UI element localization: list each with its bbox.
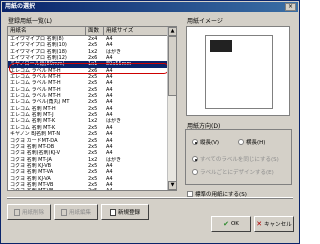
button-separator — [7, 197, 293, 199]
check-icon: ✔ — [223, 219, 229, 228]
selection-highlight-ring — [9, 63, 169, 74]
list-rows: エイワマイプロ 名刺(8) 2x4 A4 エイワマイプロ 名刺(10) 2x5 A4 エイワ… — [8, 36, 168, 190]
portrait-option[interactable]: 縦長(V) — [192, 138, 219, 146]
delete-icon — [13, 208, 20, 216]
preview-label: 用紙イメージ — [187, 18, 223, 25]
cancel-icon: ✕ — [256, 219, 263, 228]
close-button[interactable]: × — [285, 3, 296, 11]
paper-list[interactable]: 用紙名 面数 用紙サイズ エイワマイプロ 名刺(8) 2x4 A4 エイワマイプロ 名… — [7, 26, 177, 191]
register-paper-button[interactable]: 新規登録 — [101, 204, 149, 220]
same-design-radio[interactable] — [192, 156, 198, 162]
row-name: コクヨ 名刺 MT-VB — [8, 188, 86, 190]
list-header: 用紙名 面数 用紙サイズ — [8, 27, 168, 36]
scroll-thumb[interactable] — [168, 36, 176, 96]
cancel-button[interactable]: ✕ キャンセル — [254, 216, 294, 232]
header-name[interactable]: 用紙名 — [8, 27, 86, 35]
title-bar: 用紙の選択 × — [2, 2, 298, 12]
scroll-up-arrow-icon[interactable]: ▲ — [168, 27, 176, 36]
list-item[interactable]: コクヨ 名刺 MT-VB2x5A4 — [8, 188, 168, 190]
portrait-radio[interactable] — [192, 139, 198, 145]
row-count: 2x5 — [86, 188, 104, 190]
ok-button[interactable]: ✔ OK — [211, 216, 251, 232]
landscape-option[interactable]: 横長(H) — [238, 138, 265, 146]
each-design-option[interactable]: ラベルごとにデザインする(E) — [192, 168, 274, 176]
preview-card — [210, 40, 232, 52]
preview-paper — [205, 35, 273, 109]
each-design-radio[interactable] — [192, 169, 198, 175]
edit-paper-button[interactable]: 用紙編集 — [54, 204, 98, 220]
same-design-label: すべてのラベルを同じにする(S) — [200, 157, 279, 163]
row-size: A4 — [104, 188, 168, 190]
edit-icon — [60, 208, 67, 216]
delete-paper-button[interactable]: 用紙削除 — [7, 204, 51, 220]
same-design-option[interactable]: すべてのラベルを同じにする(S) — [192, 155, 279, 163]
window-title: 用紙の選択 — [5, 3, 36, 10]
paper-list-label: 登録用紙一覧(L) — [8, 18, 53, 25]
header-size[interactable]: 用紙サイズ — [104, 27, 168, 35]
portrait-label: 縦長(V) — [200, 140, 220, 146]
list-scrollbar[interactable]: ▲ ▼ — [167, 27, 176, 190]
header-count[interactable]: 面数 — [86, 27, 104, 35]
landscape-label: 横長(H) — [246, 140, 266, 146]
landscape-radio[interactable] — [238, 139, 244, 145]
new-document-icon — [109, 208, 116, 216]
each-design-label: ラベルごとにデザインする(E) — [200, 170, 274, 176]
orientation-group: 縦長(V) 横長(H) すべてのラベルを同じにする(S) ラベルごとにデザインす… — [185, 129, 292, 185]
paper-preview — [186, 26, 290, 116]
scroll-down-arrow-icon[interactable]: ▼ — [168, 181, 176, 190]
paper-select-dialog: 用紙の選択 × 登録用紙一覧(L) 用紙名 面数 用紙サイズ エイワマイプロ 名… — [0, 0, 300, 244]
